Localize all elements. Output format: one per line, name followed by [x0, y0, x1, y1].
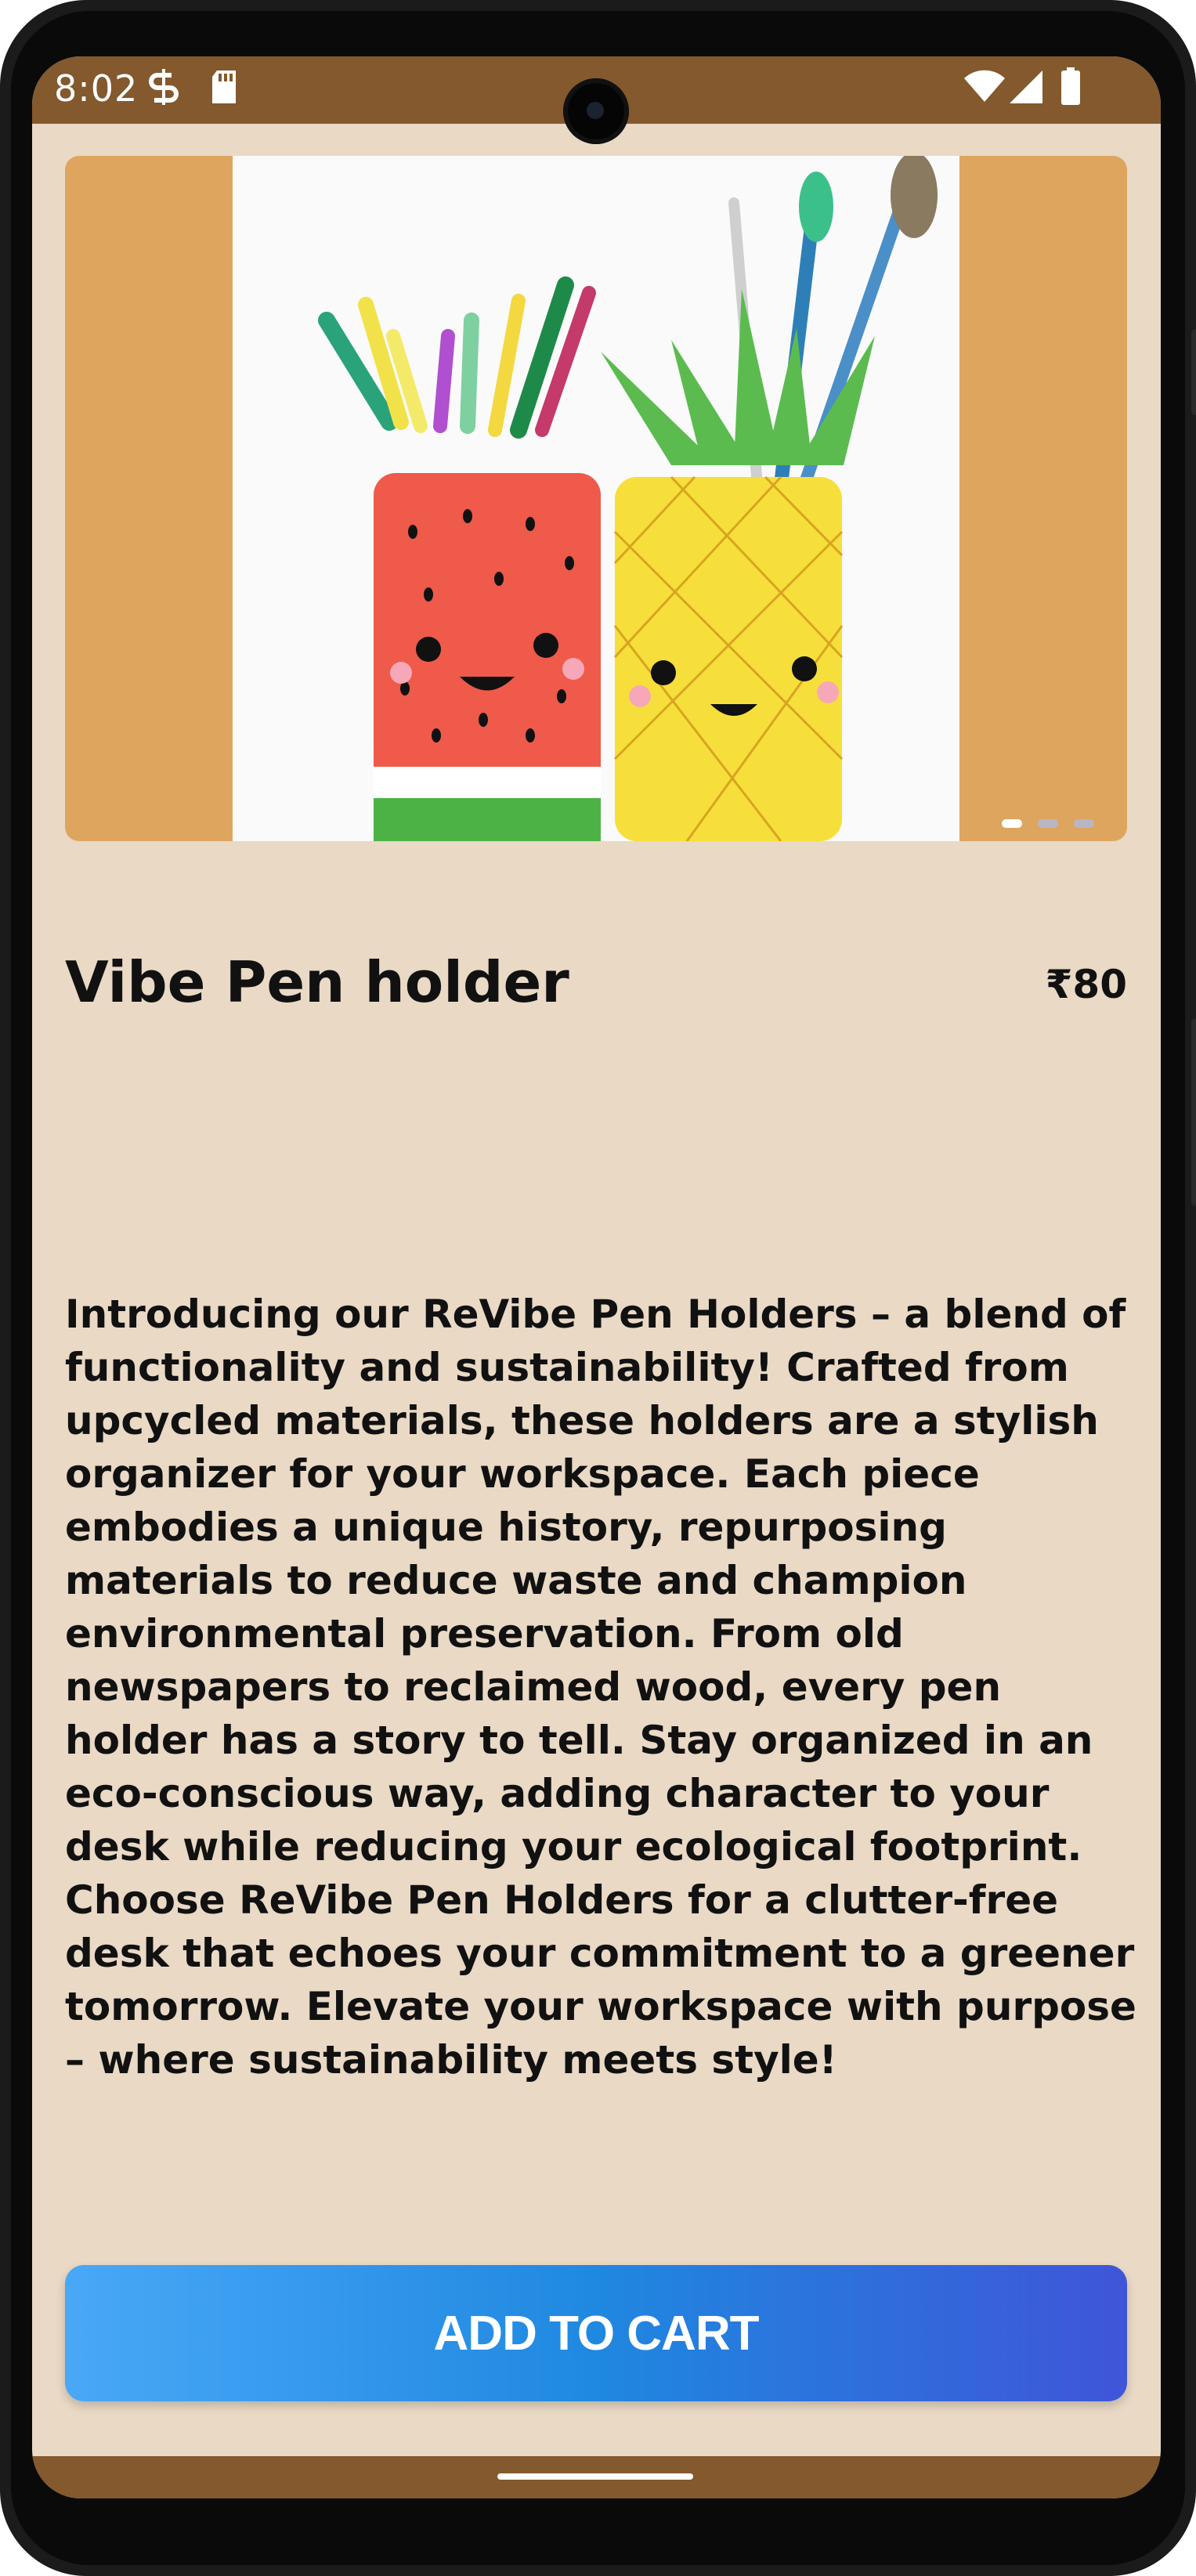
app-screen: 8:02 Vibe Pen holder ₹80 Introducing our… — [32, 56, 1161, 2498]
vpn-s-icon — [148, 67, 179, 107]
volume-button — [1191, 1018, 1196, 1206]
navigation-bar — [32, 2456, 1161, 2498]
carousel-pager — [1002, 819, 1094, 828]
add-to-cart-button[interactable]: ADD TO CART — [65, 2265, 1127, 2401]
product-description: Introducing our ReVibe Pen Holders – a b… — [65, 1292, 1136, 2083]
home-gesture-handle[interactable] — [497, 2473, 693, 2480]
sd-card-icon — [209, 67, 239, 107]
product-price: ₹80 — [1045, 962, 1127, 1007]
product-title: Vibe Pen holder — [65, 949, 569, 1015]
front-camera — [563, 78, 629, 144]
product-image — [233, 156, 959, 841]
product-image-carousel[interactable] — [65, 156, 1127, 841]
carousel-dot-2[interactable] — [1038, 819, 1058, 828]
phone-frame: 8:02 Vibe Pen holder ₹80 Introducing our… — [0, 0, 1196, 2576]
status-time: 8:02 — [54, 67, 139, 110]
battery-icon — [1060, 67, 1082, 107]
power-button — [1191, 329, 1196, 415]
carousel-dot-1[interactable] — [1002, 819, 1022, 828]
wifi-icon — [963, 67, 1006, 107]
carousel-dot-3[interactable] — [1074, 819, 1094, 828]
cellular-signal-icon — [1008, 67, 1044, 107]
